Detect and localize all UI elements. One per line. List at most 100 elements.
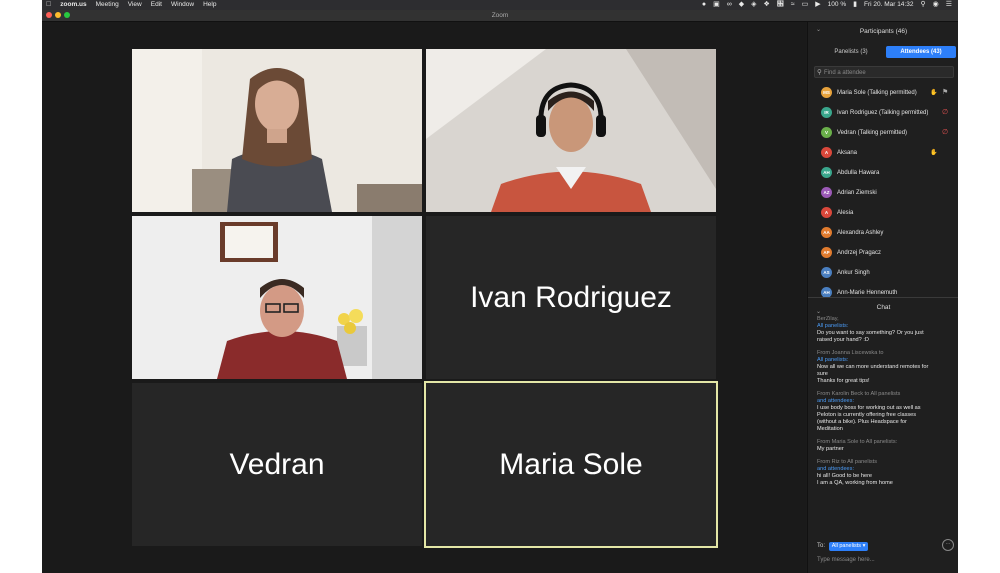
status-icon[interactable]: ● <box>702 0 706 10</box>
avatar: V <box>821 127 832 138</box>
participants-header: Participants (46) <box>859 28 908 35</box>
chat-placeholder: Type message here... <box>817 557 875 563</box>
chat-log[interactable]: BerZilay, All panelists: Do you want to sa… <box>817 316 951 529</box>
participant-row[interactable]: MS Maria Sole (Talking permitted) ✋ ⚑ <box>808 83 958 103</box>
avatar: A <box>821 147 832 158</box>
participant-row[interactable]: AH Abdulla Hawara <box>808 163 958 183</box>
chat-text: Do you want to say something? Or you jus… <box>817 330 951 344</box>
video-tile-maria-sole-active-speaker[interactable]: Maria Sole <box>424 381 718 548</box>
avatar: AS <box>821 267 832 278</box>
chat-line: I use body boss for working out as well … <box>817 405 921 411</box>
chat-line: sure <box>817 371 828 377</box>
chat-line: Meditation <box>817 426 843 432</box>
panel-divider[interactable] <box>808 297 958 298</box>
menu-meeting[interactable]: Meeting <box>96 0 119 10</box>
menu-help[interactable]: Help <box>203 0 216 10</box>
chat-text: hi all! Good to be here I am a QA, workin… <box>817 473 951 487</box>
recipient-value: All panelists <box>831 543 862 549</box>
battery-percent[interactable]: 100 % <box>828 0 846 10</box>
chat-line: (without a bike). Plus Headspace for <box>817 419 907 425</box>
chat-recipient: To: All panelists ▾ <box>817 542 869 551</box>
menu-view[interactable]: View <box>128 0 142 10</box>
participant-name: Maria Sole <box>499 447 643 481</box>
video-tile-vedran-camera[interactable] <box>132 216 422 379</box>
recipient-dropdown[interactable]: All panelists ▾ <box>828 542 869 551</box>
chat-recipient-label: and attendees: <box>817 398 855 404</box>
search-placeholder: Find a attendee <box>824 70 866 76</box>
participant-name: Abdulla Hawara <box>837 170 880 176</box>
volume-icon[interactable]: ▶ <box>815 0 820 10</box>
tab-attendees[interactable]: Attendees (43) <box>886 46 956 58</box>
chat-line: Peloton is currently offering free class… <box>817 412 917 418</box>
mic-muted-icon[interactable]: ∅ <box>942 128 948 136</box>
participant-row[interactable]: AH Ann-Marie Hennemuth <box>808 283 958 303</box>
chat-more-button[interactable]: ⋯ <box>942 539 954 551</box>
siri-icon[interactable]: ◉ <box>933 0 939 10</box>
chat-recipient-label: and attendees: <box>817 466 855 472</box>
participant-name: Adrian Ziemski <box>837 190 877 196</box>
bluetooth-icon[interactable]: ׮ <box>777 0 784 10</box>
chat-text: Now all we can more understand remotes f… <box>817 364 951 385</box>
chat-sender: From Riz to All panelists <box>817 459 877 465</box>
attendee-search-input[interactable]: ⚲ Find a attendee <box>814 66 954 78</box>
battery-icon[interactable]: ▮ <box>853 0 857 10</box>
video-tile-ivan-rodriguez[interactable] <box>426 49 716 212</box>
clock[interactable]: Fri 20. Mar 14:32 <box>864 0 914 10</box>
avatar: AH <box>821 167 832 178</box>
participant-video <box>132 49 422 212</box>
raised-hand-icon: ✋ <box>930 150 938 156</box>
mic-icon[interactable]: ⚑ <box>942 88 948 96</box>
participant-row[interactable]: A Alesia <box>808 203 958 223</box>
apple-icon[interactable]:  <box>46 0 51 10</box>
menu-app-name[interactable]: zoom.us <box>60 0 86 10</box>
avatar: AP <box>821 247 832 258</box>
puzzle-icon[interactable]: ❖ <box>764 0 770 10</box>
raised-hand-icon: ✋ <box>930 90 938 96</box>
video-tile-woman[interactable] <box>132 49 422 212</box>
participant-name: Vedran <box>229 447 325 481</box>
chat-line: hi all! Good to be here <box>817 473 873 479</box>
dropbox-icon[interactable]: ◆ <box>739 0 744 10</box>
avatar: MS <box>821 87 832 98</box>
chat-message: From Joanna Liscewska to All panelists: No… <box>817 350 951 385</box>
chat-message: From Karolin Beck to All panelists and at… <box>817 391 951 433</box>
participant-row[interactable]: AS Ankur Singh <box>808 263 958 283</box>
link-icon[interactable]: ∞ <box>727 0 732 10</box>
chat-text: My partner <box>817 446 951 453</box>
tab-panelists[interactable]: Panelists (3) <box>816 46 886 58</box>
zoom-window:  zoom.us Meeting View Edit Window Help … <box>42 0 958 573</box>
menu-edit[interactable]: Edit <box>151 0 162 10</box>
chat-line: Now all we can more understand remotes f… <box>817 364 929 370</box>
participant-name: Ivan Rodriguez (Talking permitted) <box>837 110 929 116</box>
chat-line: Do you want to say something? Or you jus… <box>817 330 924 336</box>
avatar: AA <box>821 227 832 238</box>
participant-row[interactable]: AA Alexandra Ashley <box>808 223 958 243</box>
video-tile-vedran-name[interactable]: Vedran <box>132 383 422 546</box>
wifi-icon[interactable]: ≈ <box>791 0 795 10</box>
chat-header: ⌄ Chat <box>808 302 958 315</box>
chat-title: Chat <box>876 304 891 311</box>
chat-text: I use body boss for working out as well … <box>817 405 951 433</box>
control-center-icon[interactable]: ☰ <box>946 0 952 10</box>
shield-icon[interactable]: ◈ <box>751 0 756 10</box>
participant-row[interactable]: AP Andrzej Pragacz <box>808 243 958 263</box>
participant-name: Vedran (Talking permitted) <box>837 130 908 136</box>
participant-row[interactable]: IR Ivan Rodriguez (Talking permitted) ∅ <box>808 103 958 123</box>
airplay-icon[interactable]: ▭ <box>802 0 809 10</box>
search-icon[interactable]: ⚲ <box>920 0 925 10</box>
menu-window[interactable]: Window <box>171 0 194 10</box>
zoom-status-icon[interactable]: ▣ <box>713 0 720 10</box>
chat-recipient-label: All panelists: <box>817 357 849 363</box>
participant-name: Alesia <box>837 210 854 216</box>
video-tile-ivan-name[interactable]: Ivan Rodriguez <box>426 216 716 379</box>
chat-message-input[interactable]: Type message here... <box>817 556 875 565</box>
chat-message: From Maria Sole to All panelists: My part… <box>817 439 951 453</box>
participant-name: Ivan Rodriguez <box>470 280 672 314</box>
participant-video <box>426 49 716 212</box>
participant-row[interactable]: A Aksana ✋ <box>808 143 958 163</box>
mic-muted-icon[interactable]: ∅ <box>942 108 948 116</box>
chat-sender: From Joanna Liscewska to <box>817 350 884 356</box>
participant-row[interactable]: AZ Adrian Ziemski <box>808 183 958 203</box>
title-bar: Zoom <box>42 10 958 22</box>
participant-row[interactable]: V Vedran (Talking permitted) ∅ <box>808 123 958 143</box>
